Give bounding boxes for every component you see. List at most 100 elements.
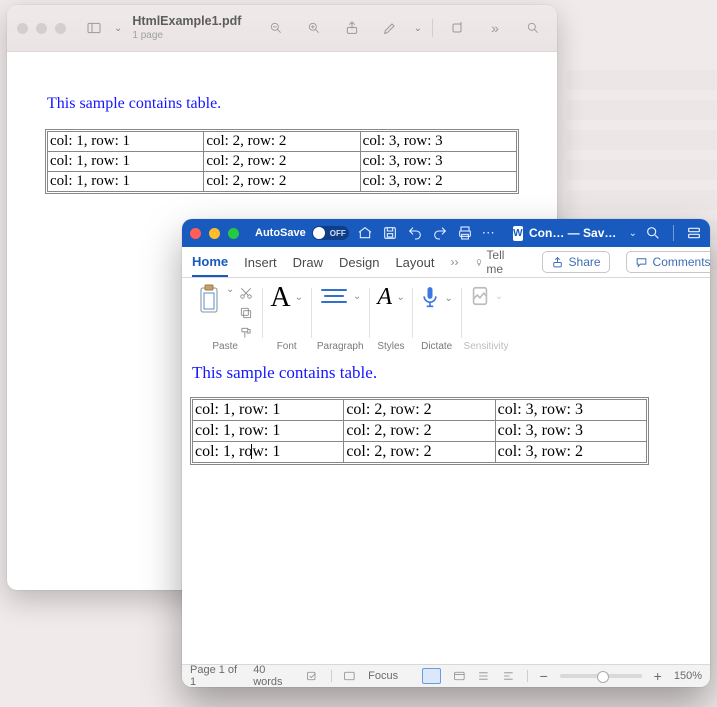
paragraph-lines-icon: [319, 284, 349, 308]
table-row: col: 1, row: 1 col: 2, row: 2 col: 3, ro…: [48, 132, 517, 152]
table-cell[interactable]: col: 1, row: 1: [193, 421, 344, 442]
chevron-down-icon[interactable]: ⌄: [629, 228, 637, 239]
status-words[interactable]: 40 words: [253, 664, 294, 687]
format-painter-icon[interactable]: [238, 326, 254, 340]
table-cell[interactable]: col: 2, row: 2: [344, 421, 495, 442]
copy-icon[interactable]: [238, 306, 254, 320]
markup-button[interactable]: [376, 14, 404, 42]
tabs-overflow-icon[interactable]: ››: [451, 255, 459, 269]
preview-filename: HtmlExample1.pdf: [132, 15, 241, 28]
styles-button[interactable]: A ⌄: [377, 284, 404, 311]
word-document-page[interactable]: This sample contains table. col: 1, row:…: [182, 351, 710, 665]
separator: [527, 670, 528, 682]
doc-heading: This sample contains table.: [47, 95, 517, 113]
undo-icon[interactable]: [407, 225, 423, 241]
toggle-off-icon[interactable]: OFF: [312, 226, 349, 240]
chevron-down-icon[interactable]: ⌄: [295, 293, 303, 303]
doc-table: col: 1, row: 1 col: 2, row: 2 col: 3, ro…: [47, 131, 517, 192]
zoom-in-button[interactable]: +: [654, 668, 662, 684]
tell-me-search[interactable]: Tell me: [475, 248, 510, 276]
group-clipboard: ⌄ Paste: [188, 282, 262, 356]
chevron-down-icon[interactable]: ⌄: [396, 292, 404, 303]
table-cell: col: 3, row: 2: [360, 172, 516, 192]
print-icon[interactable]: [457, 225, 473, 241]
preview-titlebar: ⌄ HtmlExample1.pdf 1 page ⌄ »: [7, 5, 557, 52]
save-icon[interactable]: [382, 225, 398, 241]
table-cell: col: 3, row: 3: [360, 152, 516, 172]
home-icon[interactable]: [357, 225, 373, 241]
draft-view-button[interactable]: [502, 669, 515, 683]
ribbon: ⌄ Paste A ⌄ Font ⌄ Paragraph: [182, 278, 710, 357]
table-row: col: 1, row: 1 col: 2, row: 2 col: 3, ro…: [193, 442, 647, 463]
tab-design[interactable]: Design: [339, 249, 379, 276]
web-layout-view-button[interactable]: [453, 669, 466, 683]
doc-heading[interactable]: This sample contains table.: [192, 363, 700, 383]
zoom-dot[interactable]: [228, 228, 239, 239]
status-zoom[interactable]: 150%: [674, 670, 702, 682]
chevron-down-icon: ⌄: [495, 291, 503, 302]
chevron-down-icon[interactable]: ⌄: [444, 293, 452, 304]
window-controls[interactable]: [190, 228, 239, 239]
tab-layout[interactable]: Layout: [395, 249, 434, 276]
share-button[interactable]: Share: [542, 251, 610, 273]
spellcheck-icon[interactable]: [306, 669, 319, 683]
tab-draw[interactable]: Draw: [293, 249, 323, 276]
paste-button[interactable]: ⌄: [196, 284, 254, 340]
word-window: AutoSave OFF ⋯ W Con… — Saved to my… ⌄ H…: [182, 219, 710, 687]
autosave-toggle[interactable]: AutoSave OFF: [255, 226, 349, 240]
separator: [673, 225, 674, 241]
zoom-dot[interactable]: [55, 23, 66, 34]
word-document-title[interactable]: W Con… — Saved to my… ⌄: [513, 226, 637, 241]
close-dot[interactable]: [190, 228, 201, 239]
status-page[interactable]: Page 1 of 1: [190, 664, 241, 687]
doc-table[interactable]: col: 1, row: 1 col: 2, row: 2 col: 3, ro…: [192, 399, 647, 463]
minimize-dot[interactable]: [36, 23, 47, 34]
chevron-down-icon[interactable]: ⌄: [226, 284, 234, 295]
rotate-button[interactable]: [443, 14, 471, 42]
word-app-icon: W: [513, 226, 523, 241]
chevron-down-icon[interactable]: ⌄: [353, 291, 361, 302]
autosave-label: AutoSave: [255, 227, 306, 239]
window-controls[interactable]: [17, 23, 66, 34]
font-button[interactable]: A ⌄: [270, 284, 303, 312]
sidebar-toggle-button[interactable]: [80, 14, 108, 42]
zoom-in-button[interactable]: [300, 14, 328, 42]
search-button[interactable]: [519, 14, 547, 42]
ribbon-options-icon[interactable]: [686, 225, 702, 241]
tab-home[interactable]: Home: [192, 248, 228, 277]
ellipsis-icon[interactable]: ⋯: [482, 225, 495, 241]
close-dot[interactable]: [17, 23, 28, 34]
zoom-out-button[interactable]: −: [540, 668, 548, 684]
focus-view-icon[interactable]: [343, 669, 356, 683]
table-cell[interactable]: col: 2, row: 2: [344, 400, 495, 421]
print-layout-view-button[interactable]: [422, 668, 440, 684]
group-paragraph: ⌄ Paragraph: [311, 282, 369, 356]
search-icon[interactable]: [645, 225, 661, 241]
sensitivity-button[interactable]: ⌄: [469, 284, 503, 308]
dictate-button[interactable]: ⌄: [420, 284, 452, 312]
minimize-dot[interactable]: [209, 228, 220, 239]
chevron-down-icon: ⌄: [414, 23, 422, 34]
outline-view-button[interactable]: [477, 669, 490, 683]
styles-a-icon: A: [377, 284, 392, 311]
word-titlebar: AutoSave OFF ⋯ W Con… — Saved to my… ⌄: [182, 219, 710, 247]
table-cell[interactable]: col: 1, row: 1: [193, 442, 344, 463]
overflow-button[interactable]: »: [481, 14, 509, 42]
table-cell[interactable]: col: 2, row: 2: [344, 442, 495, 463]
cut-icon[interactable]: [238, 286, 254, 300]
microphone-icon: [420, 284, 440, 312]
table-cell[interactable]: col: 3, row: 2: [495, 442, 646, 463]
table-cell[interactable]: col: 3, row: 3: [495, 400, 646, 421]
preview-subtitle: 1 page: [132, 31, 241, 41]
comments-button[interactable]: Comments: [626, 251, 710, 273]
status-focus[interactable]: Focus: [368, 670, 398, 682]
redo-icon[interactable]: [432, 225, 448, 241]
paragraph-button[interactable]: ⌄: [319, 284, 361, 308]
zoom-slider[interactable]: [560, 674, 642, 678]
table-cell[interactable]: col: 3, row: 3: [495, 421, 646, 442]
group-font: A ⌄ Font: [262, 282, 311, 356]
table-cell[interactable]: col: 1, row: 1: [193, 400, 344, 421]
tab-insert[interactable]: Insert: [244, 249, 277, 276]
share-button[interactable]: [338, 14, 366, 42]
zoom-out-button[interactable]: [262, 14, 290, 42]
